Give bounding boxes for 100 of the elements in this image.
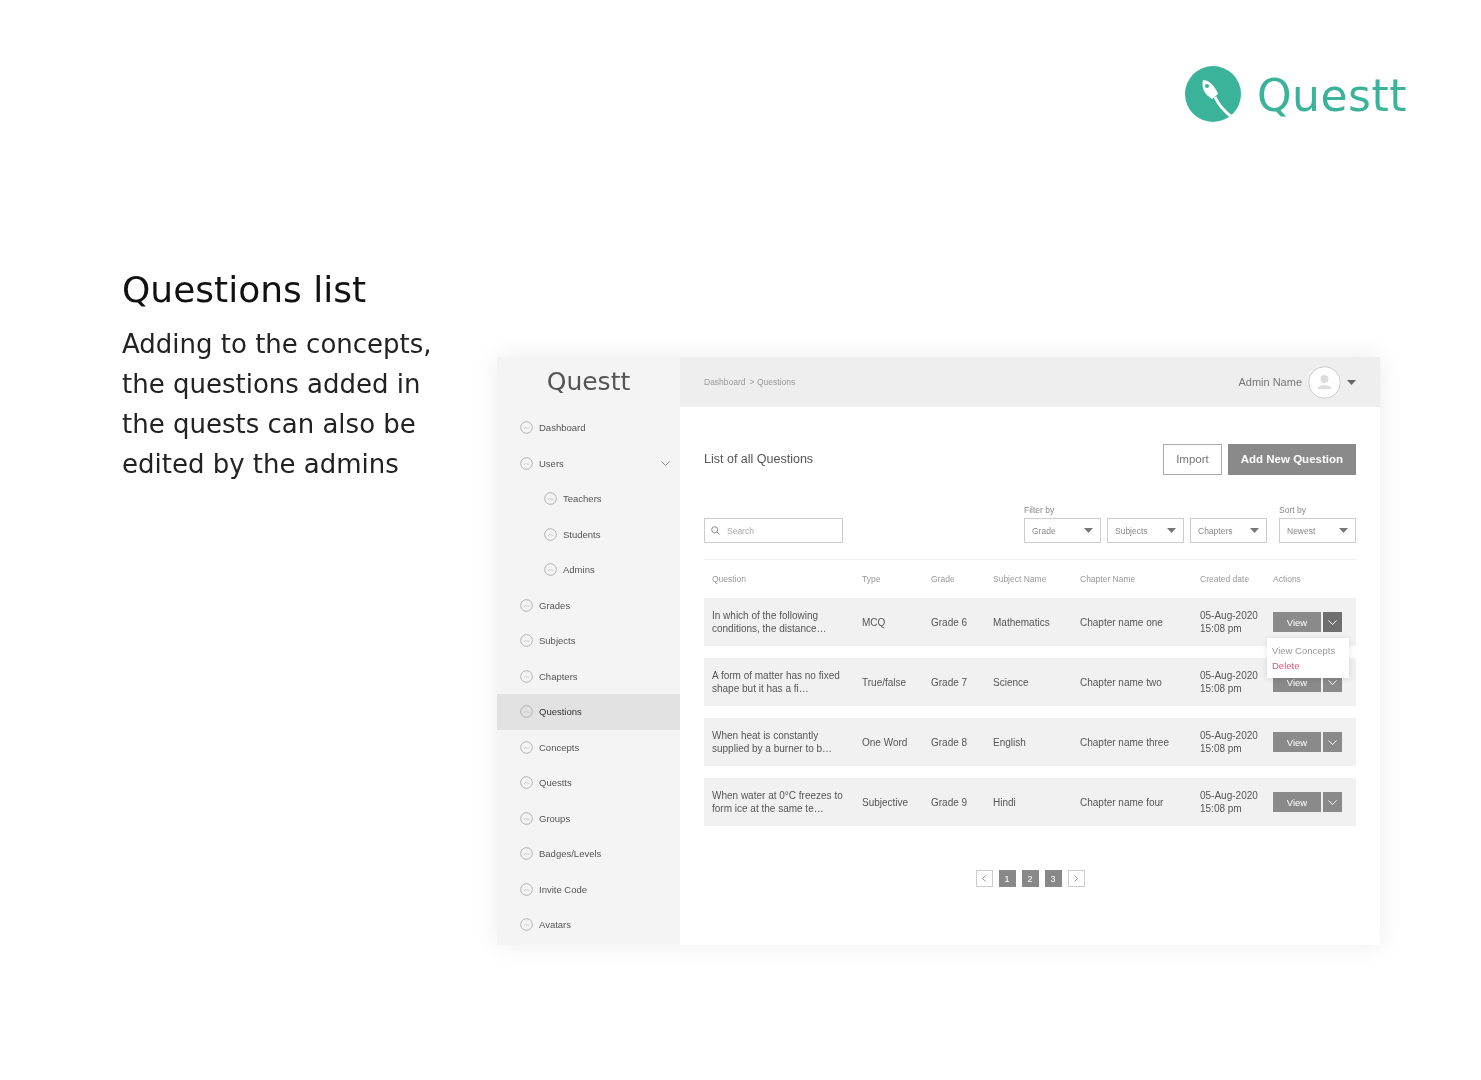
placeholder-icon	[520, 811, 533, 825]
table-cell-text: Grade 6	[931, 615, 969, 629]
caret-icon	[1339, 528, 1348, 533]
column-header: Type	[862, 574, 882, 584]
more-actions-button[interactable]	[1323, 792, 1342, 812]
sidebar-item[interactable]: Questions	[497, 694, 680, 730]
table-cell-text: In which of the following conditions, the distance…	[712, 609, 828, 635]
search-icon	[711, 526, 720, 535]
placeholder-icon	[544, 563, 557, 577]
table-cell-text: Chapter name four	[1080, 795, 1165, 809]
table-cell-text: Chapter name three	[1080, 735, 1170, 749]
chevron-down-icon	[1328, 799, 1337, 805]
placeholder-icon	[544, 492, 557, 506]
sidebar-item[interactable]: Grades	[497, 587, 680, 623]
column-header: Actions	[1273, 574, 1302, 584]
column-header: Question	[712, 574, 748, 584]
section-description: Adding to the concepts, the questions added in the quests can also be edited by the admins	[122, 328, 433, 481]
caret-icon	[1250, 528, 1259, 533]
sort-dropdown[interactable]: Newest	[1279, 518, 1356, 543]
chevron-left-icon	[982, 875, 986, 882]
app-logo: Questt	[545, 367, 632, 398]
sidebar-item[interactable]: Dashboard	[497, 410, 680, 446]
column-header: Grade	[931, 574, 956, 584]
sidebar-item[interactable]: Subjects	[497, 623, 680, 659]
table-cell-text: Science	[993, 675, 1030, 689]
placeholder-icon	[544, 527, 557, 541]
sidebar-item[interactable]: Teachers	[497, 481, 680, 517]
table-cell-text: One Word	[862, 735, 909, 749]
menu-item[interactable]: View Concepts	[1272, 645, 1344, 656]
table-cell-text: Chapter name two	[1080, 675, 1163, 689]
sidebar-item[interactable]: Admins	[497, 552, 680, 588]
column-header: Chapter Name	[1080, 574, 1137, 584]
sidebar-item[interactable]: Students	[497, 516, 680, 552]
sidebar-item[interactable]: Invite Code	[497, 871, 680, 907]
page-button[interactable]: 3	[1044, 870, 1062, 887]
table-cell-text: MCQ	[862, 615, 887, 629]
rocket-logo-icon	[1184, 66, 1243, 124]
table-cell-text: Grade 8	[931, 735, 969, 749]
caret-icon	[1084, 528, 1093, 533]
table-cell-text: Grade 9	[931, 795, 969, 809]
sidebar-item[interactable]: Badges/Levels	[497, 836, 680, 872]
table-cell-text: 05-Aug-2020 15:08 pm	[1200, 609, 1259, 635]
page-button[interactable]: 1	[998, 870, 1016, 887]
table-cell-text: Hindi	[993, 795, 1017, 809]
filter-dropdown[interactable]: Grade	[1024, 518, 1101, 543]
add-question-button[interactable]: Add New Question	[1227, 443, 1356, 475]
chevron-right-icon	[1074, 875, 1078, 882]
next-page-button[interactable]	[1067, 870, 1085, 887]
view-button[interactable]: View	[1273, 612, 1321, 632]
chevron-down-icon	[1328, 739, 1337, 745]
table-cell-text: When water at 0°C freezes to form ice at the same te…	[712, 789, 844, 815]
sidebar-item[interactable]: Groups	[497, 800, 680, 836]
sidebar-item[interactable]: Questts	[497, 765, 680, 801]
sidebar-item[interactable]: Chapters	[497, 658, 680, 694]
section-title: Questions list	[122, 269, 368, 310]
sidebar-item[interactable]: Users	[497, 445, 680, 481]
filter-dropdown[interactable]: Subjects	[1107, 518, 1184, 543]
view-button[interactable]: View	[1273, 732, 1321, 752]
placeholder-icon	[520, 598, 533, 612]
filter-dropdown[interactable]: Chapters	[1190, 518, 1267, 543]
import-button[interactable]: Import	[1163, 443, 1222, 475]
table-cell-text: 05-Aug-2020 15:08 pm	[1200, 669, 1259, 695]
placeholder-icon	[520, 705, 533, 719]
placeholder-icon	[520, 918, 533, 932]
view-button[interactable]: View	[1273, 792, 1321, 812]
placeholder-icon	[520, 882, 533, 896]
brand-name: Questt	[1256, 69, 1407, 121]
page-title: List of all Questions	[704, 452, 814, 466]
table-cell-text: Subjective	[862, 795, 910, 809]
placeholder-icon	[520, 669, 533, 683]
table-cell-text: Grade 7	[931, 675, 969, 689]
previous-page-button[interactable]	[975, 870, 993, 887]
user-name: Admin Name	[1238, 376, 1302, 388]
filter-label: Filter by	[1024, 505, 1056, 515]
table-cell-text: English	[993, 735, 1027, 749]
table-cell-text: When heat is constantly supplied by a burner to b…	[712, 729, 834, 755]
table-cell-text: 05-Aug-2020 15:08 pm	[1200, 729, 1259, 755]
search-field[interactable]: Search	[704, 518, 843, 543]
placeholder-icon	[520, 740, 533, 754]
sidebar-item[interactable]: Concepts	[497, 729, 680, 765]
sort-label: Sort by	[1279, 505, 1307, 515]
avatar-icon[interactable]	[1308, 365, 1341, 399]
placeholder-icon	[520, 776, 533, 790]
more-actions-button[interactable]	[1323, 612, 1342, 632]
page-button[interactable]: 2	[1021, 870, 1039, 887]
more-actions-button[interactable]	[1323, 732, 1342, 752]
table-cell-text: A form of matter has no fixed shape but it has a fi…	[712, 669, 841, 695]
table-cell-text: 05-Aug-2020 15:08 pm	[1200, 789, 1259, 815]
column-header: Created date	[1200, 574, 1251, 584]
menu-item[interactable]: Delete	[1272, 660, 1344, 671]
placeholder-icon	[520, 634, 533, 648]
caret-icon	[1167, 528, 1176, 533]
breadcrumb-link[interactable]: > Questions	[749, 377, 796, 387]
caret-icon	[1347, 379, 1356, 385]
placeholder-icon	[520, 847, 533, 861]
breadcrumb-link[interactable]: Dashboard	[704, 377, 746, 387]
column-header: Subject Name	[993, 574, 1048, 584]
table-cell-text: True/false	[862, 675, 908, 689]
table-cell-text: Chapter name one	[1080, 615, 1164, 629]
sidebar-item[interactable]: Avatars	[497, 907, 680, 943]
